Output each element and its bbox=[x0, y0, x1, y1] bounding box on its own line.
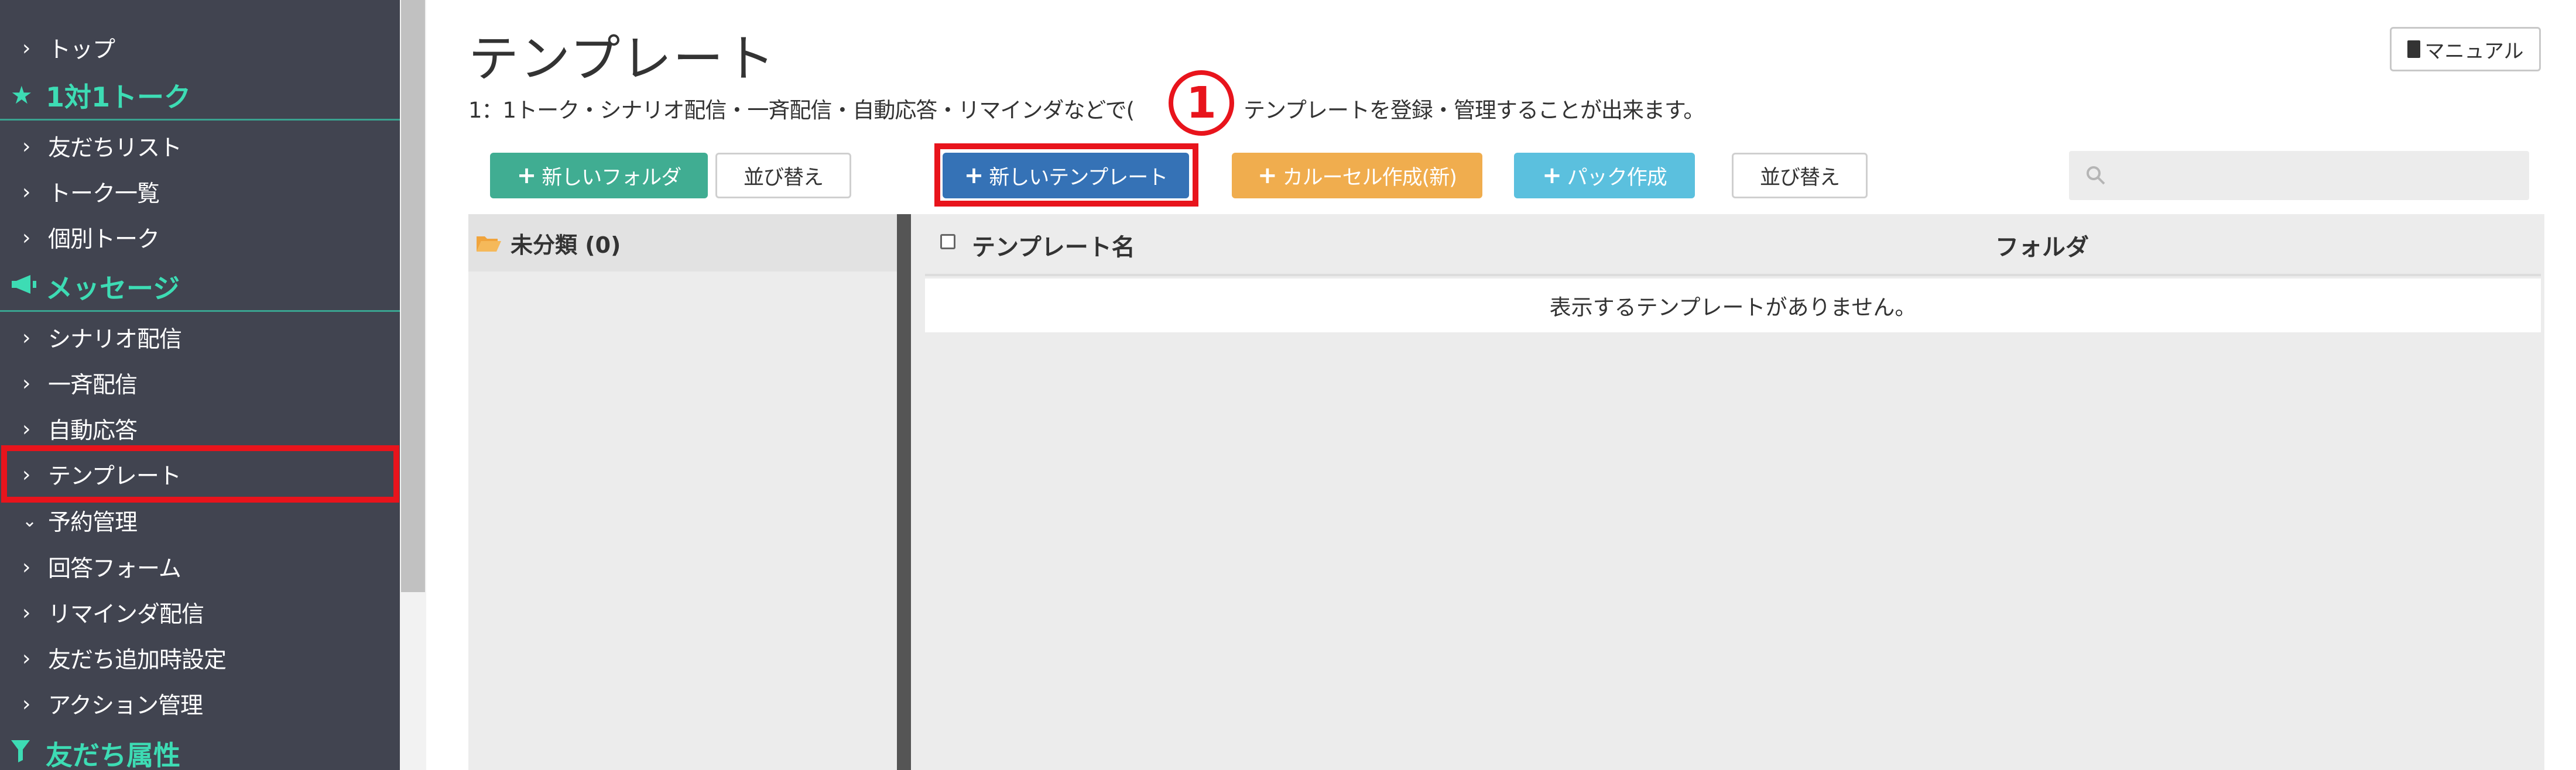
sidebar-item-top[interactable]: › トップ bbox=[0, 28, 400, 68]
step-marker: 1 bbox=[1169, 70, 1234, 136]
carousel-create-label: カルーセル作成(新) bbox=[1282, 166, 1457, 190]
sidebar-scrollbar-thumb[interactable] bbox=[401, 0, 425, 592]
sidebar-item-label: 自動応答 bbox=[48, 418, 138, 444]
chevron-right-icon: › bbox=[22, 134, 30, 159]
sidebar-section-label: メッセージ bbox=[46, 272, 180, 304]
page-right-edge bbox=[2544, 0, 2576, 770]
sidebar-item-auto-reply[interactable]: › 自動応答 bbox=[0, 408, 400, 449]
manual-button[interactable]: マニュアル bbox=[2390, 27, 2541, 71]
carousel-create-button[interactable]: + カルーセル作成(新) bbox=[1232, 153, 1482, 198]
sidebar-item-label: 友だちリスト bbox=[48, 135, 182, 161]
page-description: 1：1トーク・シナリオ配信・一斉配信・自動応答・リマインダなどで( bbox=[468, 98, 1135, 123]
filter-icon bbox=[11, 739, 46, 768]
chevron-right-icon: › bbox=[22, 36, 30, 60]
new-folder-label: 新しいフォルダ bbox=[542, 166, 681, 190]
megaphone-icon bbox=[11, 272, 46, 301]
chevron-right-icon: › bbox=[22, 555, 30, 579]
chevron-right-icon: › bbox=[22, 180, 30, 204]
sidebar-item-label: リマインダ配信 bbox=[48, 601, 204, 628]
sidebar: › トップ ★ 1対1トーク › 友だちリスト › トーク一覧 › 個別トーク … bbox=[0, 0, 400, 770]
new-folder-button[interactable]: + 新しいフォルダ bbox=[490, 153, 708, 198]
chevron-right-icon: › bbox=[22, 325, 30, 350]
template-list-header bbox=[925, 214, 2541, 276]
sidebar-item-friend-add-settings[interactable]: › 友だち追加時設定 bbox=[0, 638, 400, 679]
sidebar-item-label: トップ bbox=[48, 37, 115, 63]
chevron-down-icon: ⌄ bbox=[22, 510, 37, 531]
template-sort-button[interactable]: 並び替え bbox=[1732, 153, 1868, 198]
sidebar-item-label: 予約管理 bbox=[48, 510, 138, 536]
sidebar-item-scenario[interactable]: › シナリオ配信 bbox=[0, 317, 400, 358]
chevron-right-icon: › bbox=[22, 646, 30, 671]
chevron-right-icon: › bbox=[22, 225, 30, 250]
sidebar-item-label: 一斉配信 bbox=[48, 372, 138, 398]
megaphone-icon-svg bbox=[12, 275, 36, 294]
search-icon bbox=[2087, 166, 2105, 185]
filter-icon-svg bbox=[11, 740, 30, 762]
folder-sort-button[interactable]: 並び替え bbox=[715, 153, 851, 198]
page-title: テンプレート bbox=[468, 30, 776, 88]
page-description-continued: テンプレートを登録・管理することが出来ます。 bbox=[1244, 98, 1705, 123]
empty-message: 表示するテンプレートがありません。 bbox=[925, 279, 2541, 332]
plus-icon: + bbox=[1542, 162, 1562, 189]
folder-open-icon bbox=[477, 236, 501, 252]
sidebar-item-action-management[interactable]: › アクション管理 bbox=[0, 683, 400, 724]
sidebar-item-friend-list[interactable]: › 友だちリスト bbox=[0, 126, 400, 167]
new-template-highlight bbox=[934, 143, 1198, 207]
plus-icon: + bbox=[516, 162, 537, 189]
sidebar-item-label: シナリオ配信 bbox=[48, 326, 182, 353]
pack-create-button[interactable]: + パック作成 bbox=[1514, 153, 1695, 198]
chevron-right-icon: › bbox=[22, 371, 30, 396]
manual-button-label: マニュアル bbox=[2424, 39, 2524, 63]
chevron-right-icon: › bbox=[22, 692, 30, 716]
sidebar-section-friend-attributes: 友だち属性 bbox=[0, 729, 400, 770]
plus-icon: + bbox=[1258, 162, 1277, 189]
sidebar-item-reservation[interactable]: ⌄ 予約管理 bbox=[0, 500, 400, 541]
column-header-folder[interactable]: フォルダ bbox=[1995, 228, 2089, 262]
chevron-right-icon: › bbox=[22, 600, 30, 625]
sidebar-item-broadcast[interactable]: › 一斉配信 bbox=[0, 363, 400, 404]
folder-sort-label: 並び替え bbox=[743, 166, 824, 190]
sidebar-item-label: 回答フォーム bbox=[48, 556, 181, 582]
sidebar-item-label: アクション管理 bbox=[48, 693, 203, 719]
sidebar-item-label: 友だち追加時設定 bbox=[48, 647, 227, 673]
panel-divider[interactable] bbox=[897, 214, 911, 770]
sidebar-section-label: 1対1トーク bbox=[46, 81, 191, 113]
star-icon: ★ bbox=[11, 81, 33, 109]
search-input[interactable] bbox=[2069, 151, 2529, 200]
folder-panel bbox=[468, 214, 897, 770]
sidebar-item-label: トーク一覧 bbox=[48, 181, 160, 207]
chevron-right-icon: › bbox=[22, 417, 30, 441]
select-all-checkbox[interactable] bbox=[940, 234, 955, 249]
folder-item-uncategorized[interactable]: 未分類 (0) bbox=[468, 214, 897, 271]
sidebar-item-label: 個別トーク bbox=[48, 226, 160, 253]
column-header-template-name[interactable]: テンプレート名 bbox=[972, 228, 1135, 262]
sidebar-section-message: メッセージ bbox=[0, 263, 400, 312]
sidebar-section-label: 友だち属性 bbox=[46, 740, 180, 770]
sidebar-template-highlight bbox=[1, 445, 399, 503]
template-sort-label: 並び替え bbox=[1759, 166, 1840, 190]
sidebar-item-talk-list[interactable]: › トーク一覧 bbox=[0, 171, 400, 212]
pack-create-label: パック作成 bbox=[1567, 166, 1667, 190]
sidebar-item-reminder[interactable]: › リマインダ配信 bbox=[0, 592, 400, 633]
book-icon bbox=[2407, 40, 2420, 58]
folder-item-label: 未分類 (0) bbox=[511, 232, 621, 258]
sidebar-section-1on1-talk: ★ 1対1トーク bbox=[0, 71, 400, 121]
app-window: › トップ ★ 1対1トーク › 友だちリスト › トーク一覧 › 個別トーク … bbox=[0, 0, 2576, 770]
sidebar-item-individual-talk[interactable]: › 個別トーク bbox=[0, 217, 400, 258]
sidebar-item-answer-form[interactable]: › 回答フォーム bbox=[0, 546, 400, 587]
